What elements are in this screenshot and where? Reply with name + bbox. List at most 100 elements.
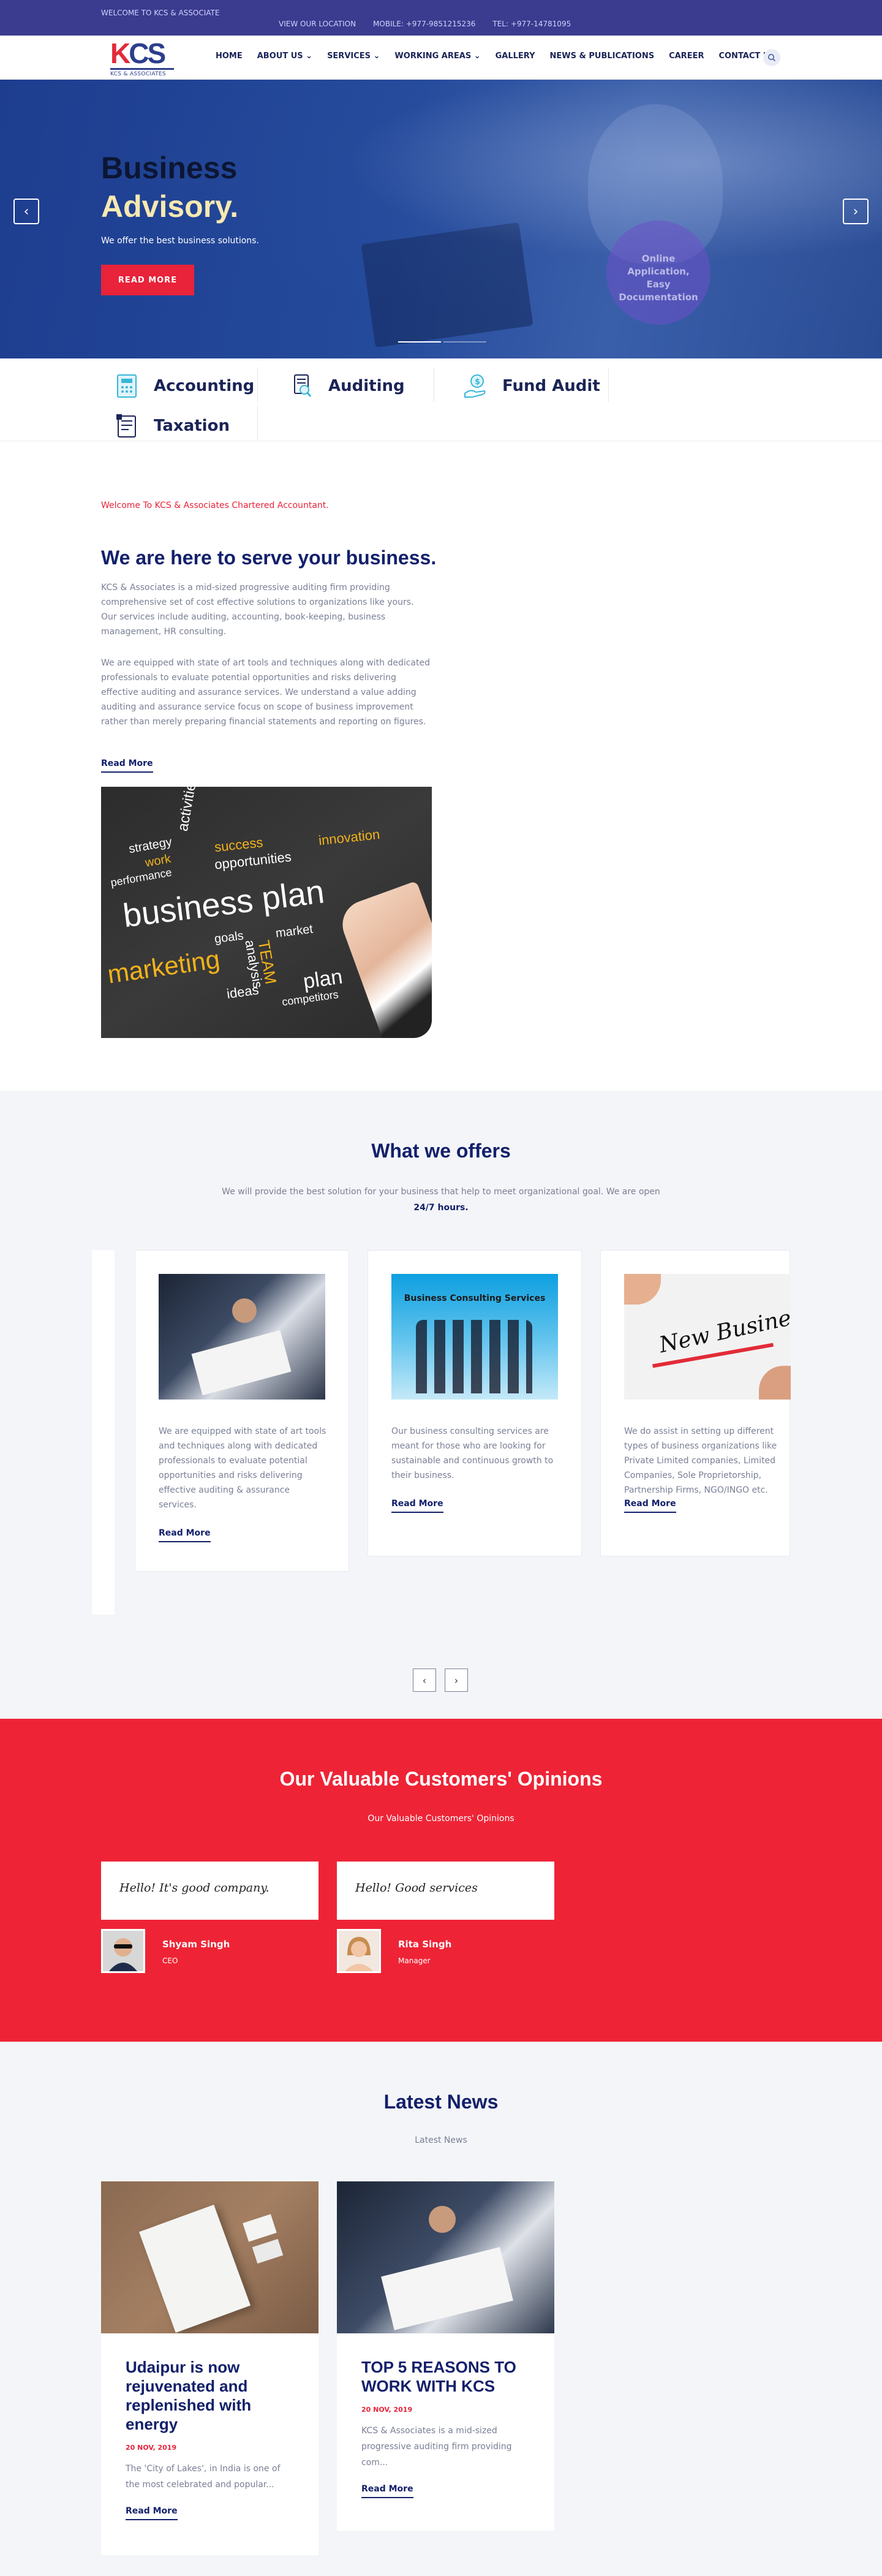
offer-card-text: We are equipped with state of art tools … <box>159 1426 326 1510</box>
auditing-icon <box>287 371 317 401</box>
business-plan-image: strategy work performance activities suc… <box>101 787 432 1038</box>
about-paragraph-1: KCS & Associates is a mid-sized progress… <box>101 583 414 637</box>
news-card-title[interactable]: Udaipur is now rejuvenated and replenish… <box>126 2358 294 2434</box>
offer-image-caption: New Business <box>657 1300 791 1358</box>
service-taxation[interactable]: Taxation <box>112 407 230 444</box>
nav-gallery[interactable]: GALLERY <box>496 51 535 61</box>
fund-audit-icon: $ <box>461 371 491 401</box>
main-navbar: KCS KCS & ASSOCIATES HOME ABOUT US ⌄ SER… <box>0 36 882 80</box>
service-accounting-label: Accounting <box>154 377 255 395</box>
news-card-read-more[interactable]: Read More <box>126 2506 178 2520</box>
offer-card-image: Business Consulting Services <box>391 1274 558 1400</box>
news-card-image <box>101 2181 318 2333</box>
offers-heading: What we offers <box>371 1140 511 1162</box>
services-strip: Accounting Auditing $ Fund Audit Taxatio… <box>0 358 882 441</box>
slider-indicators[interactable] <box>398 341 486 343</box>
top-bar: WELCOME TO KCS & ASSOCIATE VIEW OUR LOCA… <box>0 0 882 36</box>
about-read-more-link[interactable]: Read More <box>101 759 153 773</box>
hero-read-more-button[interactable]: READ MORE <box>101 265 194 295</box>
nav-services[interactable]: SERVICES ⌄ <box>327 51 380 61</box>
logo-subtitle: KCS & ASSOCIATES <box>110 71 166 77</box>
testimonial-role: Manager <box>398 1957 431 1965</box>
hero-title-line1: Business <box>101 151 238 185</box>
avatar <box>101 1929 145 1973</box>
offer-card-read-more[interactable]: Read More <box>159 1528 211 1542</box>
offer-card-image <box>159 1274 325 1400</box>
svg-text:$: $ <box>475 377 480 387</box>
service-taxation-label: Taxation <box>154 417 230 435</box>
nav-working-areas[interactable]: WORKING AREAS ⌄ <box>394 51 480 61</box>
about-heading: We are here to serve your business. <box>101 547 437 569</box>
search-icon <box>768 54 776 62</box>
service-accounting[interactable]: Accounting <box>112 368 254 404</box>
hero-tagline: We offer the best business solutions. <box>101 236 259 246</box>
news-subheading: Latest News <box>415 2135 467 2145</box>
hero-prev-arrow[interactable]: ‹ <box>13 199 39 224</box>
hero-slider: Business Advisory. We offer the best bus… <box>0 80 882 358</box>
offers-prev-button[interactable]: ‹ <box>413 1669 436 1692</box>
nav-about-us[interactable]: ABOUT US ⌄ <box>257 51 312 61</box>
testimonial-quote: Hello! It's good company. <box>101 1862 318 1920</box>
offer-card-text: Our business consulting services are mea… <box>391 1426 554 1480</box>
kcs-logo[interactable]: KCS KCS & ASSOCIATES <box>110 37 179 77</box>
location-link[interactable]: VIEW OUR LOCATION <box>279 20 356 28</box>
service-auditing-label: Auditing <box>328 377 405 395</box>
news-section: Latest News Latest News Udaipur is now r… <box>0 2042 882 2576</box>
mobile-number[interactable]: MOBILE: +977-9851215236 <box>373 20 475 28</box>
testimonials-heading: Our Valuable Customers' Opinions <box>279 1768 603 1790</box>
search-button[interactable] <box>763 49 780 66</box>
nav-career[interactable]: CAREER <box>669 51 704 61</box>
offer-card: New Business We do assist in setting up … <box>600 1250 791 1556</box>
nav-news-publications[interactable]: NEWS & PUBLICATIONS <box>550 51 655 61</box>
chevron-left-icon: ‹ <box>23 203 29 219</box>
nav-home[interactable]: HOME <box>216 51 243 61</box>
nav-menu: HOME ABOUT US ⌄ SERVICES ⌄ WORKING AREAS… <box>216 51 775 61</box>
about-paragraph-2: We are equipped with state of art tools … <box>101 658 430 727</box>
testimonial-role: CEO <box>162 1957 178 1965</box>
avatar <box>337 1929 381 1973</box>
offer-card-text: We do assist in setting up different typ… <box>624 1426 777 1495</box>
offer-card: We are equipped with state of art tools … <box>135 1250 349 1572</box>
logo-cs: CS <box>129 37 166 69</box>
offers-lead-bold: 24/7 hours. <box>413 1203 469 1213</box>
news-card-title[interactable]: TOP 5 REASONS TO WORK WITH KCS <box>361 2358 530 2396</box>
news-card-excerpt: The 'City of Lakes', in India is one of … <box>126 2464 281 2490</box>
offer-card-read-more[interactable]: Read More <box>391 1499 443 1513</box>
offers-next-button[interactable]: › <box>445 1669 468 1692</box>
chevron-right-icon: › <box>454 1674 459 1686</box>
offer-image-caption: Business Consulting Services <box>404 1294 546 1303</box>
hero-next-arrow[interactable]: › <box>843 199 869 224</box>
telephone-number[interactable]: TEL: +977-14781095 <box>492 20 571 28</box>
offer-card-partial <box>92 1250 115 1615</box>
news-card[interactable]: TOP 5 REASONS TO WORK WITH KCS 20 NOV, 2… <box>337 2181 554 2531</box>
service-fund-audit-label: Fund Audit <box>502 377 600 395</box>
testimonial-quote: Hello! Good services <box>337 1862 554 1920</box>
testimonial-name: Rita Singh <box>398 1939 452 1950</box>
welcome-text: WELCOME TO KCS & ASSOCIATE <box>101 9 220 17</box>
logo-k: K <box>110 37 130 69</box>
testimonial-name: Shyam Singh <box>162 1939 230 1950</box>
offer-card-image: New Business <box>624 1274 791 1400</box>
taxation-icon <box>112 411 143 441</box>
news-card-excerpt: KCS & Associates is a mid-sized progress… <box>361 2426 512 2468</box>
offer-card-read-more[interactable]: Read More <box>624 1499 676 1513</box>
online-application-badge[interactable]: Online Application, Easy Documentation <box>606 221 710 325</box>
testimonials-section: Our Valuable Customers' Opinions Our Val… <box>0 1719 882 2042</box>
offers-section: What we offers We will provide the best … <box>0 1091 882 1719</box>
news-card-read-more[interactable]: Read More <box>361 2484 413 2498</box>
testimonials-subheading: Our Valuable Customers' Opinions <box>368 1814 514 1824</box>
about-welcome: Welcome To KCS & Associates Chartered Ac… <box>101 501 329 510</box>
news-card-date: 20 NOV, 2019 <box>361 2406 413 2414</box>
news-card-image <box>337 2181 554 2333</box>
accounting-icon <box>112 371 143 401</box>
news-card[interactable]: Udaipur is now rejuvenated and replenish… <box>101 2181 318 2555</box>
offers-lead: We will provide the best solution for yo… <box>222 1187 660 1213</box>
news-card-date: 20 NOV, 2019 <box>126 2444 177 2452</box>
news-heading: Latest News <box>383 2091 499 2113</box>
service-auditing[interactable]: Auditing <box>287 368 405 404</box>
about-section: Welcome To KCS & Associates Chartered Ac… <box>0 441 882 1091</box>
offer-card: Business Consulting Services Our busines… <box>368 1250 582 1556</box>
chevron-right-icon: › <box>853 203 859 219</box>
service-fund-audit[interactable]: $ Fund Audit <box>461 368 600 404</box>
hero-title-line2: Advisory. <box>101 189 239 224</box>
